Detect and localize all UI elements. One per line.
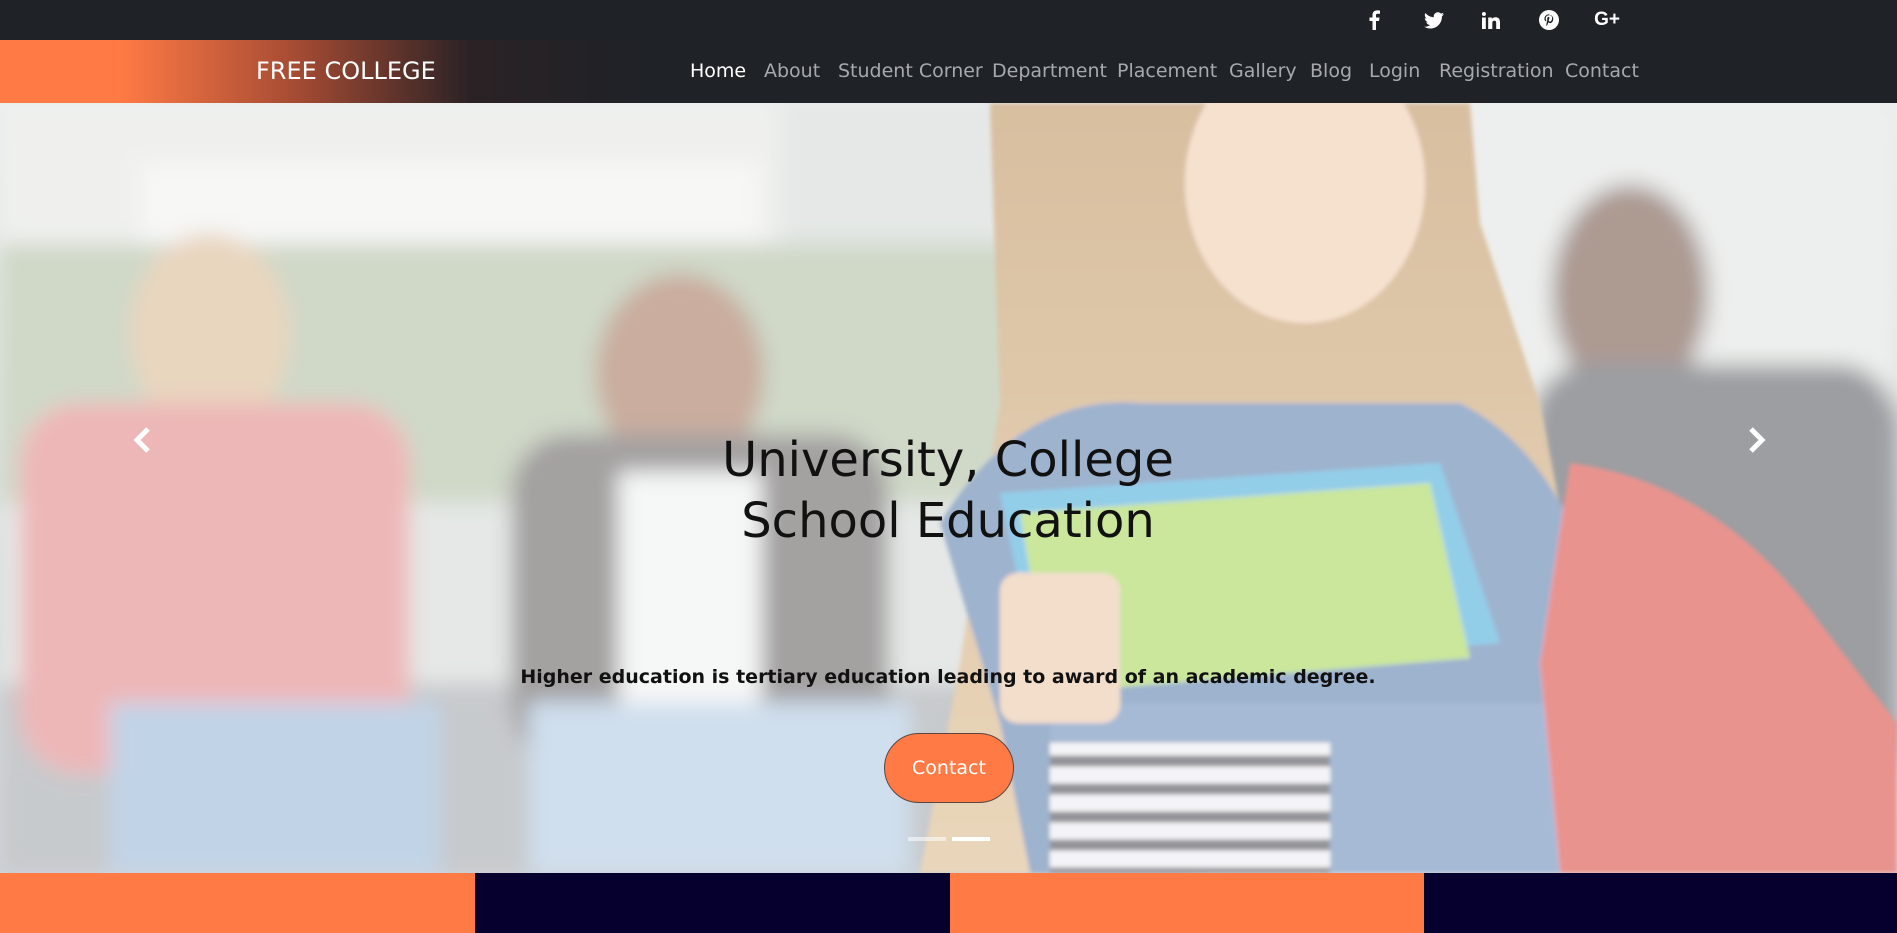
chevron-right-icon: [1749, 427, 1766, 453]
pinterest-icon[interactable]: [1536, 0, 1562, 40]
facebook-icon[interactable]: [1362, 0, 1386, 40]
carousel-prev-arrow[interactable]: [122, 415, 162, 465]
nav-item-contact[interactable]: Contact: [1565, 40, 1639, 103]
nav-item-placement[interactable]: Placement: [1117, 40, 1217, 103]
feature-block-3: [950, 873, 1424, 933]
carousel-next-arrow[interactable]: [1737, 415, 1777, 465]
feature-block-2: [475, 873, 950, 933]
carousel-indicator-1[interactable]: [908, 837, 946, 841]
nav-item-blog[interactable]: Blog: [1310, 40, 1352, 103]
main-navbar: FREE COLLEGE Home About Student Corner D…: [0, 40, 1897, 103]
nav-item-login[interactable]: Login: [1369, 40, 1420, 103]
twitter-icon[interactable]: [1421, 0, 1447, 40]
nav-item-gallery[interactable]: Gallery: [1229, 40, 1297, 103]
hero-contact-button[interactable]: Contact: [884, 733, 1014, 803]
hero-title-line1: University, College: [722, 432, 1174, 488]
feature-block-1: [0, 873, 475, 933]
google-plus-icon[interactable]: G+: [1592, 0, 1622, 40]
brand-logo[interactable]: FREE COLLEGE: [256, 40, 436, 103]
carousel-indicator-2[interactable]: [952, 837, 990, 841]
chevron-left-icon: [133, 427, 150, 453]
hero-title: University, College School Education: [548, 430, 1348, 552]
nav-item-department[interactable]: Department: [992, 40, 1107, 103]
nav-item-registration[interactable]: Registration: [1439, 40, 1554, 103]
linkedin-icon[interactable]: [1478, 0, 1504, 40]
nav-item-student-corner[interactable]: Student Corner: [838, 40, 983, 103]
feature-block-4: [1424, 873, 1897, 933]
top-social-bar: G+: [0, 0, 1897, 40]
hero-title-line2: School Education: [741, 493, 1155, 549]
nav-item-home[interactable]: Home: [690, 40, 746, 103]
hero-subtitle: Higher education is tertiary education l…: [520, 666, 1376, 688]
nav-item-about[interactable]: About: [764, 40, 820, 103]
